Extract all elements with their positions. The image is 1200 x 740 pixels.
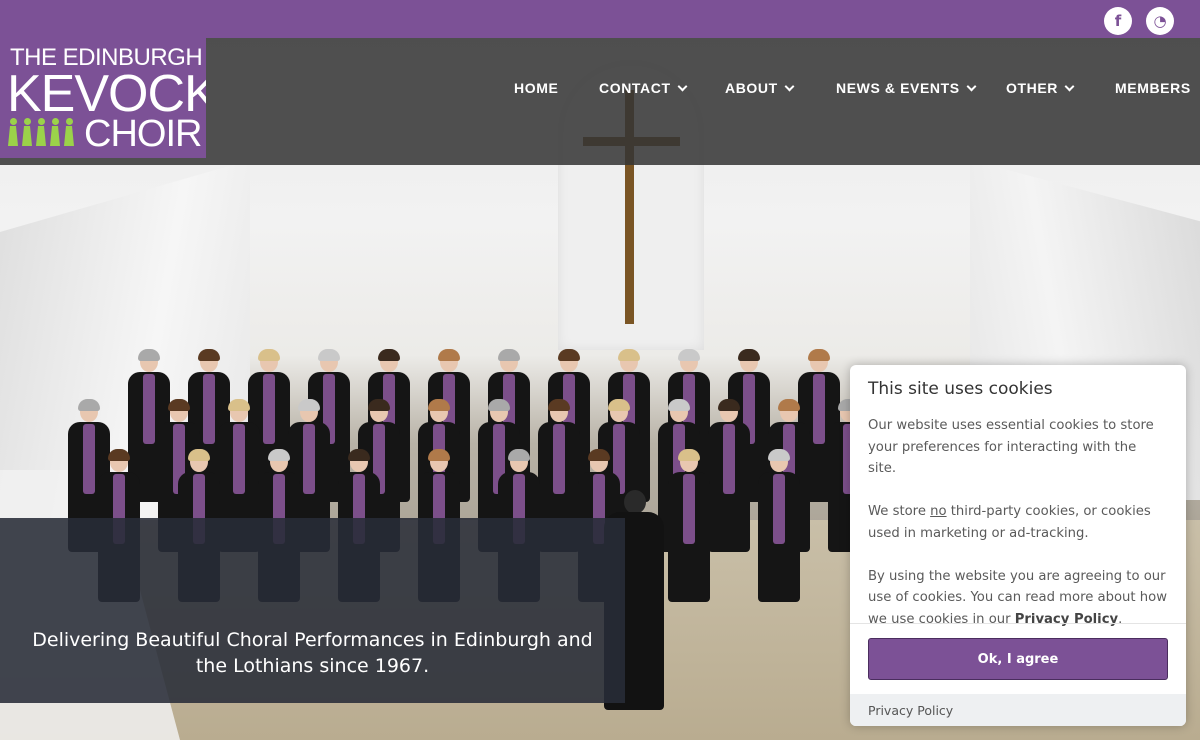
cookie-title: This site uses cookies [868, 379, 1053, 399]
choir-singer [708, 399, 750, 552]
privacy-policy-footer-link[interactable]: Privacy Policy [850, 694, 1186, 726]
cookie-paragraph-3: By using the website you are agreeing to… [868, 566, 1168, 631]
cookie-p2-emphasis: no [930, 504, 947, 519]
cookie-body: Our website uses essential cookies to st… [868, 415, 1168, 652]
privacy-policy-inline-link[interactable]: Privacy Policy [1015, 612, 1118, 627]
chevron-down-icon [1064, 81, 1075, 91]
cookie-consent-dialog: This site uses cookies Our website uses … [850, 365, 1186, 726]
nav-about-label: ABOUT [725, 80, 778, 96]
hero-tagline: Delivering Beautiful Choral Performances… [32, 629, 593, 677]
nav-other-label: OTHER [1006, 80, 1058, 96]
facebook-icon[interactable]: f [1104, 7, 1132, 35]
hero-tagline-panel: Delivering Beautiful Choral Performances… [0, 518, 625, 703]
nav-about[interactable]: ABOUT [725, 80, 795, 96]
nav-members[interactable]: MEMBERS [1115, 80, 1191, 96]
cookie-p2-text: We store [868, 504, 931, 519]
nav-news-events[interactable]: NEWS & EVENTS [836, 80, 977, 96]
cookie-divider [850, 623, 1186, 624]
rss-icon[interactable]: ◔ [1146, 7, 1174, 35]
cookie-p3-period: . [1118, 611, 1123, 627]
choir-singer [668, 449, 710, 602]
logo-line-3: CHOIR [84, 113, 202, 155]
cookie-paragraph-1: Our website uses essential cookies to st… [868, 418, 1154, 476]
choir-singer [758, 449, 800, 602]
cookie-paragraph-2: We store no third-party cookies, or cook… [868, 501, 1168, 544]
logo-singers-icon [8, 118, 82, 148]
top-bar: f ◔ [0, 0, 1200, 38]
agree-button[interactable]: Ok, I agree [868, 638, 1168, 680]
nav-contact-label: CONTACT [599, 80, 671, 96]
nav-members-label: MEMBERS [1115, 80, 1191, 96]
chevron-down-icon [966, 81, 977, 91]
site-logo[interactable]: THE EDINBURGH KEVOCK CHOIR [0, 38, 206, 158]
nav-home[interactable]: HOME [514, 80, 558, 96]
nav-news-events-label: NEWS & EVENTS [836, 80, 960, 96]
chevron-down-icon [677, 81, 688, 91]
nav-other[interactable]: OTHER [1006, 80, 1075, 96]
nav-home-label: HOME [514, 80, 559, 96]
chevron-down-icon [784, 81, 795, 91]
nav-contact[interactable]: CONTACT [599, 80, 688, 96]
